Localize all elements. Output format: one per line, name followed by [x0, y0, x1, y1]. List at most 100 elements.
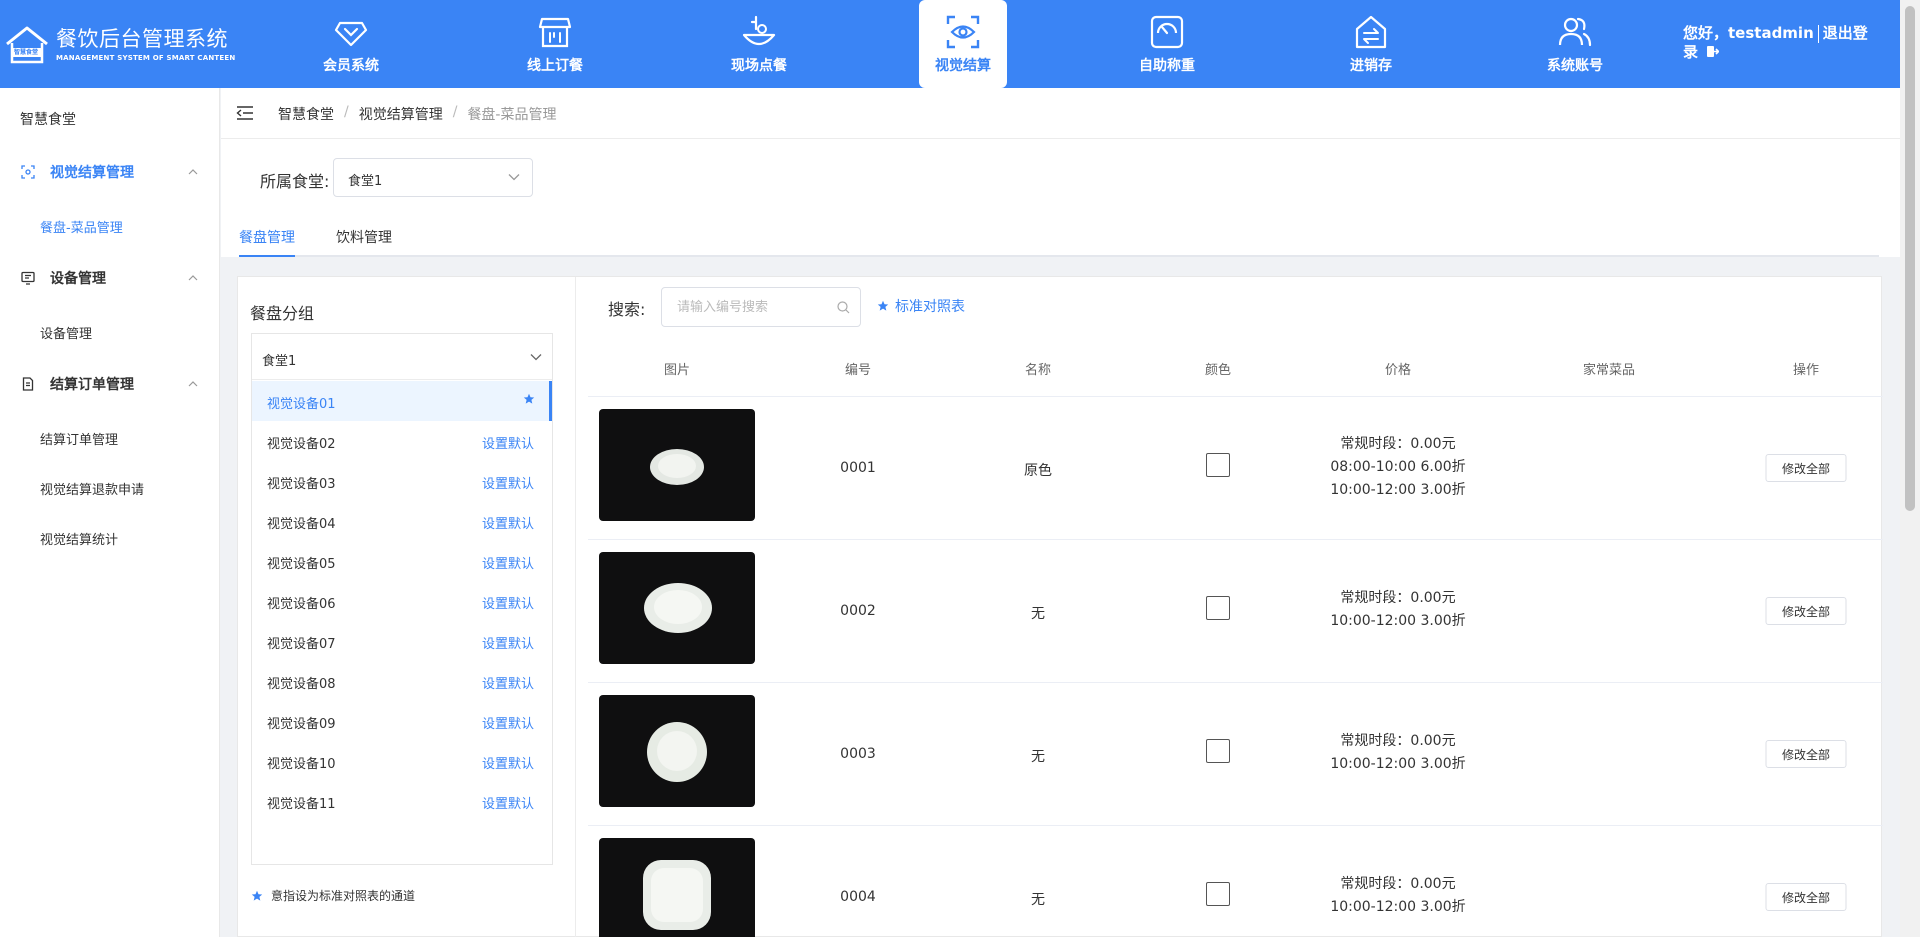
device-row[interactable]: 视觉设备08 设置默认	[252, 661, 552, 701]
set-default-link[interactable]: 设置默认	[482, 473, 534, 492]
column-header: 名称	[1024, 363, 1052, 378]
plate-group-title: 餐盘分组	[250, 304, 315, 323]
table-row: 0001 原色 常规时段：0.00元 08:00-10:00 6.00折 10:…	[588, 397, 1883, 540]
nav-visual-checkout[interactable]: 视觉结算	[919, 0, 1007, 88]
eye-scan-icon	[946, 15, 980, 49]
set-default-link[interactable]: 设置默认	[482, 793, 534, 812]
price-info: 常规时段：0.00元 08:00-10:00 6.00折 10:00-12:00…	[1330, 433, 1465, 502]
monitor-icon	[21, 271, 35, 285]
set-default-link[interactable]: 设置默认	[482, 713, 534, 732]
sidebar-item-statistics[interactable]: 视觉结算统计	[0, 518, 220, 558]
device-row[interactable]: 视觉设备04 设置默认	[252, 501, 552, 541]
search-icon[interactable]	[837, 301, 850, 314]
edit-all-button[interactable]: 修改全部	[1765, 597, 1847, 625]
menu-fold-icon[interactable]	[236, 105, 254, 121]
edit-all-button[interactable]: 修改全部	[1765, 454, 1847, 482]
plate-photo	[599, 838, 755, 937]
search-input[interactable]	[663, 289, 833, 325]
plate-list-panel: 搜索: 标准对照表 图片 编号 名称 颜色 价格 家常菜品 操作 0001 原色	[576, 277, 1883, 937]
sidebar-item-device[interactable]: 设备管理	[0, 312, 220, 352]
sidebar-item-label: 设备管理	[40, 326, 93, 342]
star-icon	[523, 393, 535, 404]
sidebar-group-visual-checkout[interactable]: 视觉结算管理	[0, 152, 220, 192]
color-checkbox[interactable]	[1206, 882, 1230, 906]
sidebar-item-refund-requests[interactable]: 视觉结算退款申请	[0, 468, 220, 508]
nav-inventory[interactable]: 进销存	[1327, 0, 1415, 88]
nav-label: 自助称重	[1139, 58, 1195, 74]
price-line: 常规时段：0.00元	[1340, 876, 1456, 892]
sidebar-item-order-management[interactable]: 结算订单管理	[0, 418, 220, 458]
set-default-link[interactable]: 设置默认	[482, 753, 534, 772]
nav-member-system[interactable]: 会员系统	[307, 0, 395, 88]
tab-plate-management[interactable]: 餐盘管理	[239, 227, 295, 257]
color-checkbox[interactable]	[1206, 739, 1230, 763]
top-header: 智慧食堂 餐饮后台管理系统 MANAGEMENT SYSTEM OF SMART…	[0, 0, 1900, 88]
device-row[interactable]: 视觉设备11 设置默认	[252, 781, 552, 821]
breadcrumb-item[interactable]: 智慧食堂	[278, 104, 334, 124]
set-default-link[interactable]: 设置默认	[482, 673, 534, 692]
standard-table-link[interactable]: 标准对照表	[877, 296, 965, 316]
sidebar-item-label: 餐盘-菜品管理	[40, 220, 123, 236]
device-row[interactable]: 视觉设备02 设置默认	[252, 421, 552, 461]
price-line: 10:00-12:00 3.00折	[1330, 613, 1466, 629]
plate-code: 0003	[840, 746, 876, 762]
breadcrumb-separator: /	[452, 104, 458, 120]
tab-drink-management[interactable]: 饮料管理	[336, 227, 392, 257]
nav-label: 系统账号	[1547, 58, 1603, 74]
device-row[interactable]: 视觉设备09 设置默认	[252, 701, 552, 741]
canteen-select[interactable]: 食堂1	[333, 158, 533, 197]
storefront-icon	[538, 17, 572, 48]
nav-system-account[interactable]: 系统账号	[1531, 0, 1619, 88]
page-scrollbar[interactable]	[1900, 0, 1920, 937]
note-text: 意指设为标准对照表的通道	[271, 889, 416, 903]
canteen-logo-icon: 智慧食堂	[4, 24, 50, 66]
device-row[interactable]: 视觉设备06 设置默认	[252, 581, 552, 621]
sidebar-group-label: 结算订单管理	[50, 377, 134, 393]
price-line: 常规时段：0.00元	[1340, 590, 1456, 606]
plate-code: 0001	[840, 460, 876, 476]
logout-icon[interactable]	[1706, 45, 1720, 58]
set-default-link[interactable]: 设置默认	[482, 553, 534, 572]
sidebar-group-orders[interactable]: 结算订单管理	[0, 364, 220, 404]
plate-code: 0004	[840, 889, 876, 905]
scrollbar-thumb[interactable]	[1905, 6, 1915, 511]
nav-label: 视觉结算	[935, 58, 991, 74]
filter-area: 所属食堂: 食堂1 餐盘管理 饮料管理	[221, 139, 1900, 257]
app-logo[interactable]: 智慧食堂 餐饮后台管理系统 MANAGEMENT SYSTEM OF SMART…	[4, 20, 235, 70]
device-row[interactable]: 视觉设备03 设置默认	[252, 461, 552, 501]
nav-label: 进销存	[1350, 58, 1392, 74]
group-canteen-select[interactable]: 食堂1	[252, 334, 552, 380]
sidebar-group-device[interactable]: 设备管理	[0, 258, 220, 298]
price-info: 常规时段：0.00元 10:00-12:00 3.00折	[1330, 587, 1465, 633]
column-header: 编号	[844, 363, 872, 378]
table-row: 0004 无 常规时段：0.00元 10:00-12:00 3.00折 修改全部	[588, 826, 1883, 937]
sidebar-group-label: 视觉结算管理	[50, 165, 134, 181]
inventory-exchange-icon	[1355, 15, 1387, 49]
set-default-link[interactable]: 设置默认	[482, 633, 534, 652]
nav-online-order[interactable]: 线上订餐	[511, 0, 599, 88]
set-default-link[interactable]: 设置默认	[482, 593, 534, 612]
device-name: 视觉设备02	[267, 437, 336, 452]
edit-all-button[interactable]: 修改全部	[1765, 740, 1847, 768]
nav-label: 会员系统	[323, 58, 379, 74]
device-row[interactable]: 视觉设备05 设置默认	[252, 541, 552, 581]
device-row[interactable]: 视觉设备07 设置默认	[252, 621, 552, 661]
color-checkbox[interactable]	[1206, 453, 1230, 477]
device-row[interactable]: 视觉设备10 设置默认	[252, 741, 552, 781]
device-row-active[interactable]: 视觉设备01	[252, 381, 552, 421]
set-default-link[interactable]: 设置默认	[482, 513, 534, 532]
nav-self-weighing[interactable]: 自助称重	[1123, 0, 1211, 88]
device-name: 视觉设备10	[267, 757, 336, 772]
breadcrumb-item[interactable]: 视觉结算管理	[359, 104, 443, 124]
sidebar-item-plate-dish[interactable]: 餐盘-菜品管理	[0, 206, 220, 246]
device-name: 视觉设备04	[267, 517, 336, 532]
color-checkbox[interactable]	[1206, 596, 1230, 620]
dish-bowl-icon	[742, 15, 776, 46]
standard-channel-note: 意指设为标准对照表的通道	[251, 887, 415, 904]
edit-all-button[interactable]: 修改全部	[1765, 883, 1847, 911]
search-label: 搜索:	[608, 300, 646, 319]
column-header: 家常菜品	[1582, 363, 1636, 378]
nav-onsite-order[interactable]: 现场点餐	[715, 0, 803, 88]
column-header: 图片	[663, 363, 691, 378]
set-default-link[interactable]: 设置默认	[482, 433, 534, 452]
